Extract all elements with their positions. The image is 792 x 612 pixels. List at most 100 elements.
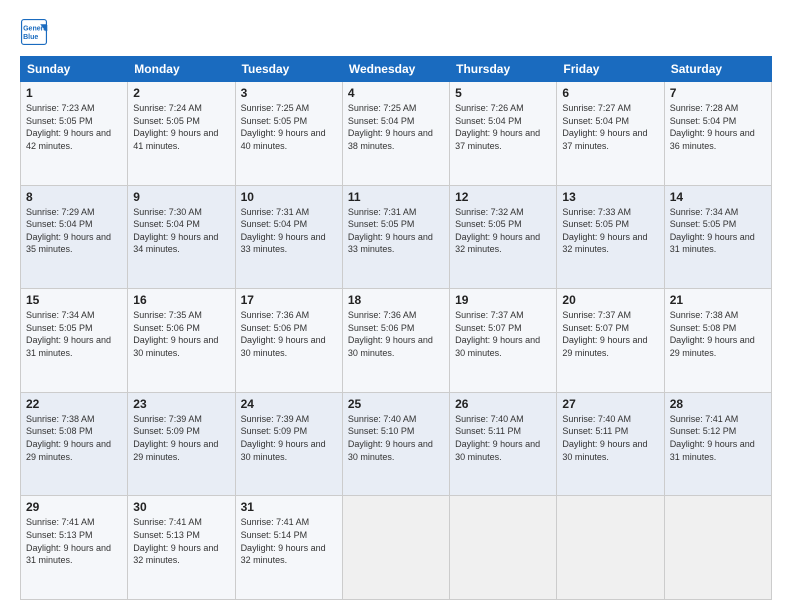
day-cell: 30 Sunrise: 7:41 AM Sunset: 5:13 PM Dayl…	[128, 496, 235, 600]
weekday-header-tuesday: Tuesday	[235, 57, 342, 82]
weekday-header-saturday: Saturday	[664, 57, 771, 82]
day-info: Sunrise: 7:24 AM Sunset: 5:05 PM Dayligh…	[133, 102, 229, 152]
calendar-table: SundayMondayTuesdayWednesdayThursdayFrid…	[20, 56, 772, 600]
day-number: 24	[241, 397, 337, 411]
day-cell: 6 Sunrise: 7:27 AM Sunset: 5:04 PM Dayli…	[557, 82, 664, 186]
week-row-1: 1 Sunrise: 7:23 AM Sunset: 5:05 PM Dayli…	[21, 82, 772, 186]
day-cell: 1 Sunrise: 7:23 AM Sunset: 5:05 PM Dayli…	[21, 82, 128, 186]
day-cell: 8 Sunrise: 7:29 AM Sunset: 5:04 PM Dayli…	[21, 185, 128, 289]
day-info: Sunrise: 7:39 AM Sunset: 5:09 PM Dayligh…	[241, 413, 337, 463]
day-number: 5	[455, 86, 551, 100]
day-cell: 7 Sunrise: 7:28 AM Sunset: 5:04 PM Dayli…	[664, 82, 771, 186]
day-cell: 3 Sunrise: 7:25 AM Sunset: 5:05 PM Dayli…	[235, 82, 342, 186]
day-number: 10	[241, 190, 337, 204]
day-cell: 12 Sunrise: 7:32 AM Sunset: 5:05 PM Dayl…	[450, 185, 557, 289]
day-number: 6	[562, 86, 658, 100]
day-number: 17	[241, 293, 337, 307]
day-cell: 11 Sunrise: 7:31 AM Sunset: 5:05 PM Dayl…	[342, 185, 449, 289]
day-cell	[557, 496, 664, 600]
day-info: Sunrise: 7:30 AM Sunset: 5:04 PM Dayligh…	[133, 206, 229, 256]
day-info: Sunrise: 7:36 AM Sunset: 5:06 PM Dayligh…	[241, 309, 337, 359]
day-info: Sunrise: 7:33 AM Sunset: 5:05 PM Dayligh…	[562, 206, 658, 256]
day-cell	[450, 496, 557, 600]
day-info: Sunrise: 7:37 AM Sunset: 5:07 PM Dayligh…	[562, 309, 658, 359]
day-number: 25	[348, 397, 444, 411]
day-cell: 28 Sunrise: 7:41 AM Sunset: 5:12 PM Dayl…	[664, 392, 771, 496]
day-cell: 20 Sunrise: 7:37 AM Sunset: 5:07 PM Dayl…	[557, 289, 664, 393]
day-cell: 4 Sunrise: 7:25 AM Sunset: 5:04 PM Dayli…	[342, 82, 449, 186]
day-cell: 16 Sunrise: 7:35 AM Sunset: 5:06 PM Dayl…	[128, 289, 235, 393]
day-number: 16	[133, 293, 229, 307]
day-info: Sunrise: 7:39 AM Sunset: 5:09 PM Dayligh…	[133, 413, 229, 463]
day-cell: 22 Sunrise: 7:38 AM Sunset: 5:08 PM Dayl…	[21, 392, 128, 496]
day-info: Sunrise: 7:25 AM Sunset: 5:05 PM Dayligh…	[241, 102, 337, 152]
weekday-row: SundayMondayTuesdayWednesdayThursdayFrid…	[21, 57, 772, 82]
day-info: Sunrise: 7:41 AM Sunset: 5:12 PM Dayligh…	[670, 413, 766, 463]
day-cell: 10 Sunrise: 7:31 AM Sunset: 5:04 PM Dayl…	[235, 185, 342, 289]
weekday-header-monday: Monday	[128, 57, 235, 82]
day-cell: 15 Sunrise: 7:34 AM Sunset: 5:05 PM Dayl…	[21, 289, 128, 393]
day-number: 20	[562, 293, 658, 307]
day-info: Sunrise: 7:34 AM Sunset: 5:05 PM Dayligh…	[26, 309, 122, 359]
day-cell: 25 Sunrise: 7:40 AM Sunset: 5:10 PM Dayl…	[342, 392, 449, 496]
day-cell: 14 Sunrise: 7:34 AM Sunset: 5:05 PM Dayl…	[664, 185, 771, 289]
day-number: 30	[133, 500, 229, 514]
day-cell: 17 Sunrise: 7:36 AM Sunset: 5:06 PM Dayl…	[235, 289, 342, 393]
week-row-3: 15 Sunrise: 7:34 AM Sunset: 5:05 PM Dayl…	[21, 289, 772, 393]
day-cell: 9 Sunrise: 7:30 AM Sunset: 5:04 PM Dayli…	[128, 185, 235, 289]
day-number: 14	[670, 190, 766, 204]
day-number: 9	[133, 190, 229, 204]
day-cell: 23 Sunrise: 7:39 AM Sunset: 5:09 PM Dayl…	[128, 392, 235, 496]
day-number: 15	[26, 293, 122, 307]
day-number: 4	[348, 86, 444, 100]
day-cell: 21 Sunrise: 7:38 AM Sunset: 5:08 PM Dayl…	[664, 289, 771, 393]
day-number: 28	[670, 397, 766, 411]
day-cell: 13 Sunrise: 7:33 AM Sunset: 5:05 PM Dayl…	[557, 185, 664, 289]
day-cell: 26 Sunrise: 7:40 AM Sunset: 5:11 PM Dayl…	[450, 392, 557, 496]
day-cell: 5 Sunrise: 7:26 AM Sunset: 5:04 PM Dayli…	[450, 82, 557, 186]
day-info: Sunrise: 7:27 AM Sunset: 5:04 PM Dayligh…	[562, 102, 658, 152]
day-number: 22	[26, 397, 122, 411]
week-row-4: 22 Sunrise: 7:38 AM Sunset: 5:08 PM Dayl…	[21, 392, 772, 496]
week-row-2: 8 Sunrise: 7:29 AM Sunset: 5:04 PM Dayli…	[21, 185, 772, 289]
day-number: 26	[455, 397, 551, 411]
day-number: 13	[562, 190, 658, 204]
day-info: Sunrise: 7:41 AM Sunset: 5:13 PM Dayligh…	[26, 516, 122, 566]
day-number: 2	[133, 86, 229, 100]
weekday-header-sunday: Sunday	[21, 57, 128, 82]
calendar-header: SundayMondayTuesdayWednesdayThursdayFrid…	[21, 57, 772, 82]
weekday-header-thursday: Thursday	[450, 57, 557, 82]
day-number: 21	[670, 293, 766, 307]
logo-icon: General Blue	[20, 18, 48, 46]
day-info: Sunrise: 7:23 AM Sunset: 5:05 PM Dayligh…	[26, 102, 122, 152]
day-info: Sunrise: 7:31 AM Sunset: 5:04 PM Dayligh…	[241, 206, 337, 256]
day-number: 12	[455, 190, 551, 204]
day-number: 7	[670, 86, 766, 100]
day-number: 19	[455, 293, 551, 307]
day-info: Sunrise: 7:34 AM Sunset: 5:05 PM Dayligh…	[670, 206, 766, 256]
weekday-header-wednesday: Wednesday	[342, 57, 449, 82]
day-cell: 2 Sunrise: 7:24 AM Sunset: 5:05 PM Dayli…	[128, 82, 235, 186]
day-cell: 18 Sunrise: 7:36 AM Sunset: 5:06 PM Dayl…	[342, 289, 449, 393]
day-cell: 29 Sunrise: 7:41 AM Sunset: 5:13 PM Dayl…	[21, 496, 128, 600]
day-info: Sunrise: 7:31 AM Sunset: 5:05 PM Dayligh…	[348, 206, 444, 256]
header: General Blue	[20, 18, 772, 46]
day-info: Sunrise: 7:26 AM Sunset: 5:04 PM Dayligh…	[455, 102, 551, 152]
weekday-header-friday: Friday	[557, 57, 664, 82]
day-cell	[342, 496, 449, 600]
day-number: 29	[26, 500, 122, 514]
svg-text:Blue: Blue	[23, 34, 38, 41]
day-info: Sunrise: 7:38 AM Sunset: 5:08 PM Dayligh…	[670, 309, 766, 359]
day-number: 23	[133, 397, 229, 411]
day-info: Sunrise: 7:32 AM Sunset: 5:05 PM Dayligh…	[455, 206, 551, 256]
week-row-5: 29 Sunrise: 7:41 AM Sunset: 5:13 PM Dayl…	[21, 496, 772, 600]
day-number: 8	[26, 190, 122, 204]
calendar-body: 1 Sunrise: 7:23 AM Sunset: 5:05 PM Dayli…	[21, 82, 772, 600]
day-info: Sunrise: 7:28 AM Sunset: 5:04 PM Dayligh…	[670, 102, 766, 152]
day-info: Sunrise: 7:37 AM Sunset: 5:07 PM Dayligh…	[455, 309, 551, 359]
day-info: Sunrise: 7:41 AM Sunset: 5:13 PM Dayligh…	[133, 516, 229, 566]
day-info: Sunrise: 7:35 AM Sunset: 5:06 PM Dayligh…	[133, 309, 229, 359]
day-cell: 19 Sunrise: 7:37 AM Sunset: 5:07 PM Dayl…	[450, 289, 557, 393]
day-cell	[664, 496, 771, 600]
day-info: Sunrise: 7:25 AM Sunset: 5:04 PM Dayligh…	[348, 102, 444, 152]
